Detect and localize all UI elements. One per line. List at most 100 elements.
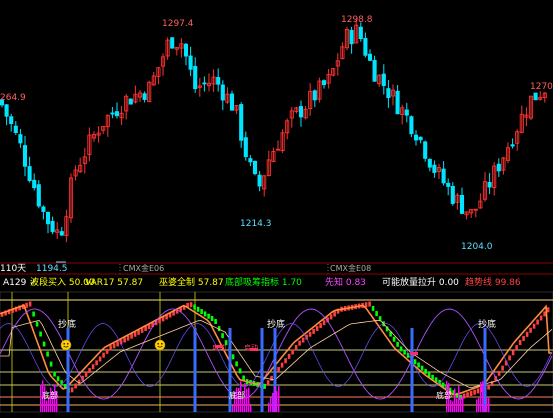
accumulation-bar <box>232 405 234 412</box>
smiley-eye <box>161 343 163 345</box>
buy-label: 抄底 <box>478 318 496 330</box>
candle-body <box>496 163 501 172</box>
oscillator-bar <box>203 311 207 317</box>
oscillator-bar <box>399 346 403 352</box>
bottom-label: 底部 <box>229 390 245 400</box>
oscillator-bar <box>298 340 301 346</box>
candle-body <box>18 134 23 144</box>
oscillator-bar <box>543 311 546 317</box>
candle-body <box>216 76 221 85</box>
accumulation-bar <box>248 387 250 412</box>
accumulation-bar <box>274 386 276 412</box>
start-label: 启动 <box>244 343 258 352</box>
oscillator-bar <box>529 327 532 333</box>
candle-body <box>202 82 207 85</box>
price-label-high: 1298.8 <box>341 15 373 25</box>
oscillator-bar <box>518 340 522 345</box>
oscillator-bar <box>308 331 312 337</box>
oscillator-bar <box>112 343 116 349</box>
oscillator-bar <box>466 392 469 398</box>
smiley-eye <box>63 343 65 345</box>
candle-body <box>450 186 455 204</box>
candle-body <box>243 137 248 158</box>
candle-body <box>459 194 465 214</box>
candle-body <box>427 158 432 168</box>
oscillator-bar <box>301 337 305 343</box>
candle-body <box>409 116 414 135</box>
oscillator-bar <box>291 349 294 355</box>
candle-body <box>252 160 258 175</box>
candle-body <box>13 125 18 134</box>
candle-body <box>312 90 317 101</box>
chart-canvas[interactable]: 1297.4 1298.8 264.9 1270 1214.3 1194.5 1204.0 1… <box>0 0 553 414</box>
oscillator-bar <box>126 335 130 341</box>
candle-body <box>432 164 437 173</box>
oscillator-bar <box>511 350 515 356</box>
accumulation-bar <box>246 388 248 412</box>
indicator-legend-item: VAR17 57.87 <box>85 278 143 288</box>
oscillator-bar <box>539 315 543 321</box>
contract-label: CMX金E06 <box>123 263 164 273</box>
oscillator-bar <box>200 309 203 315</box>
accumulation-bar <box>462 395 464 412</box>
candle-body <box>441 168 446 184</box>
oscillator-bar <box>424 368 427 374</box>
candle-body <box>381 73 386 87</box>
oscillator-bar <box>70 387 74 393</box>
oscillator-bar <box>123 337 126 343</box>
oscillator-bar <box>319 323 322 329</box>
oscillator-bar <box>312 328 315 334</box>
indicator-legend-item: 先知 0.83 <box>325 276 366 288</box>
accumulation-bar <box>278 385 280 412</box>
candle-body <box>22 145 28 167</box>
accumulation-bar <box>476 399 478 412</box>
candle-body <box>404 109 409 116</box>
smiley-eye <box>67 343 69 345</box>
candle-body <box>510 144 515 147</box>
candle-body <box>349 29 354 45</box>
oscillator-bar <box>235 361 238 367</box>
accumulation-bar <box>458 385 460 412</box>
oscillator-bar <box>105 348 109 354</box>
oscillator-bar <box>32 311 35 317</box>
oscillator-bar <box>487 384 490 390</box>
start-label: 启动 <box>212 343 226 352</box>
candle-body <box>193 65 198 90</box>
oscillator-bar <box>98 356 102 362</box>
candle-body <box>413 134 419 141</box>
oscillator-bar <box>221 333 224 339</box>
price-label-low: 1194.5 <box>36 264 68 274</box>
accumulation-bar <box>484 405 486 412</box>
oscillator-bar <box>277 367 280 373</box>
oscillator-bar <box>231 354 235 360</box>
oscillator-bar <box>196 306 200 312</box>
oscillator-bar <box>420 365 424 371</box>
oscillator-bar <box>102 352 105 358</box>
candle-body <box>257 174 262 187</box>
candle-body <box>110 112 115 115</box>
candle-body <box>533 92 538 101</box>
oscillator-bar <box>403 349 406 355</box>
accumulation-bar <box>454 388 456 412</box>
oscillator-bar <box>74 383 77 389</box>
trading-chart-window: 1297.4 1298.8 264.9 1270 1214.3 1194.5 1204.0 1… <box>0 0 553 414</box>
candle-body <box>229 93 235 111</box>
price-label-left: 264.9 <box>0 93 26 103</box>
oscillator-bar <box>53 371 56 377</box>
price-label-low: 1204.0 <box>461 242 493 252</box>
accumulation-bar <box>270 397 272 412</box>
accumulation-bar <box>486 397 488 412</box>
oscillator-bar <box>322 320 326 326</box>
oscillator-bar <box>315 325 319 331</box>
oscillator-bar <box>95 360 98 366</box>
oscillator-bar <box>536 319 539 325</box>
indicator-legend-item: 可能放量拉升 0.00 <box>382 276 459 288</box>
smiley-icon <box>60 339 72 351</box>
oscillator-bar <box>189 302 193 308</box>
candle-body <box>114 111 120 117</box>
candle-body <box>367 53 373 61</box>
buy-label: 抄底 <box>267 318 285 330</box>
candle-body <box>188 55 193 70</box>
oscillator-bar <box>476 388 480 394</box>
oscillator-bar <box>116 341 119 347</box>
